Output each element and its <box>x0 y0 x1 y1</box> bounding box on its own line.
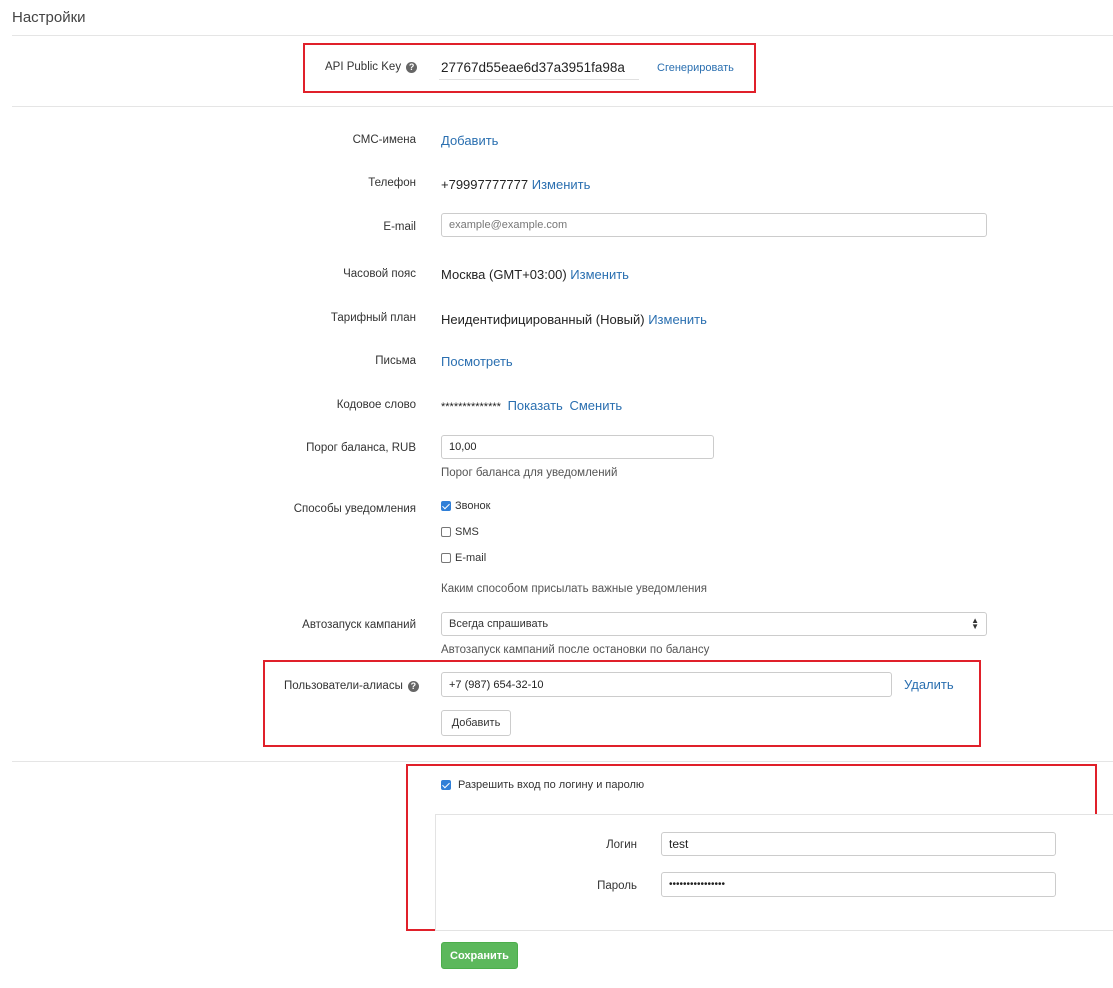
balance-threshold-input[interactable] <box>441 435 714 459</box>
tariff-change-link[interactable]: Изменить <box>648 312 707 327</box>
timezone-change-link[interactable]: Изменить <box>570 267 629 282</box>
codeword-change-link[interactable]: Сменить <box>569 398 622 413</box>
header-divider <box>12 35 1113 36</box>
codeword-row: ************** Показать Сменить <box>441 398 622 413</box>
password-input[interactable] <box>661 872 1056 897</box>
sms-names-add-link[interactable]: Добавить <box>441 133 498 148</box>
tariff-row: Неидентифицированный (Новый) Изменить <box>441 312 707 327</box>
phone-label: Телефон <box>368 177 416 189</box>
letters-view-link[interactable]: Посмотреть <box>441 354 513 369</box>
generate-key-link[interactable]: Сгенерировать <box>657 62 734 74</box>
notify-option-email[interactable]: E-mail <box>441 552 486 564</box>
page-title: Настройки <box>12 9 86 26</box>
aliases-divider <box>12 761 1113 762</box>
timezone-label: Часовой пояс <box>343 268 416 280</box>
sort-caret-icon: ▲ ▼ <box>971 616 979 631</box>
autostart-selected: Всегда спрашивать <box>449 618 549 630</box>
api-key-input[interactable] <box>439 56 639 80</box>
question-circle-icon[interactable]: ? <box>406 62 418 73</box>
phone-change-link[interactable]: Изменить <box>532 177 591 192</box>
codeword-label: Кодовое слово <box>336 399 416 411</box>
checkbox-email[interactable] <box>441 553 451 563</box>
alias-phone-input[interactable] <box>441 672 892 697</box>
notify-help: Каким способом присылать важные уведомле… <box>441 583 708 595</box>
save-button[interactable]: Сохранить <box>441 942 518 969</box>
checkbox-allow-login[interactable] <box>441 780 451 790</box>
autostart-help: Автозапуск кампаний после остановки по б… <box>441 644 710 656</box>
notify-option-email-label: E-mail <box>455 552 487 564</box>
notify-option-sms[interactable]: SMS <box>441 526 479 538</box>
login-label: Логин <box>606 839 637 851</box>
autostart-label: Автозапуск кампаний <box>302 619 416 631</box>
timezone-row: Москва (GMT+03:00) Изменить <box>441 267 629 282</box>
alias-delete-link[interactable]: Удалить <box>904 677 954 692</box>
login-input[interactable] <box>661 832 1056 856</box>
api-divider <box>12 106 1113 107</box>
codeword-show-link[interactable]: Показать <box>508 398 563 413</box>
balance-help: Порог баланса для уведомлений <box>441 467 618 479</box>
checkbox-sms[interactable] <box>441 527 451 537</box>
aliases-label: Пользователи-алиасы? <box>284 680 419 692</box>
question-circle-icon[interactable]: ? <box>407 681 419 692</box>
autostart-select[interactable]: Всегда спрашивать ▲ ▼ <box>441 612 987 636</box>
add-alias-button[interactable]: Добавить <box>441 710 511 736</box>
allow-login-label: Разрешить вход по логину и паролю <box>458 779 645 791</box>
email-field[interactable] <box>441 213 987 237</box>
timezone-value: Москва (GMT+03:00) <box>441 267 567 282</box>
notify-option-sms-label: SMS <box>455 526 479 538</box>
password-label: Пароль <box>597 880 637 892</box>
notify-option-call[interactable]: Звонок <box>441 500 491 512</box>
checkbox-call[interactable] <box>441 501 451 511</box>
notify-option-call-label: Звонок <box>455 500 491 512</box>
notify-label: Способы уведомления <box>293 503 416 515</box>
letters-label: Письма <box>375 355 416 367</box>
tariff-value: Неидентифицированный (Новый) <box>441 312 645 327</box>
api-key-label: API Public Key? <box>325 61 418 73</box>
balance-label: Порог баланса, RUB <box>306 442 416 454</box>
tariff-label: Тарифный план <box>330 312 416 324</box>
api-key-label-text: API Public Key <box>325 61 402 73</box>
aliases-label-text: Пользователи-алиасы <box>284 680 403 692</box>
codeword-value: ************** <box>441 401 501 413</box>
allow-login-option[interactable]: Разрешить вход по логину и паролю <box>441 779 644 791</box>
phone-value: +79997777777 <box>441 177 529 192</box>
phone-row: +79997777777 Изменить <box>441 177 590 192</box>
email-label: E-mail <box>383 221 416 233</box>
sms-names-label: СМС-имена <box>352 134 416 146</box>
